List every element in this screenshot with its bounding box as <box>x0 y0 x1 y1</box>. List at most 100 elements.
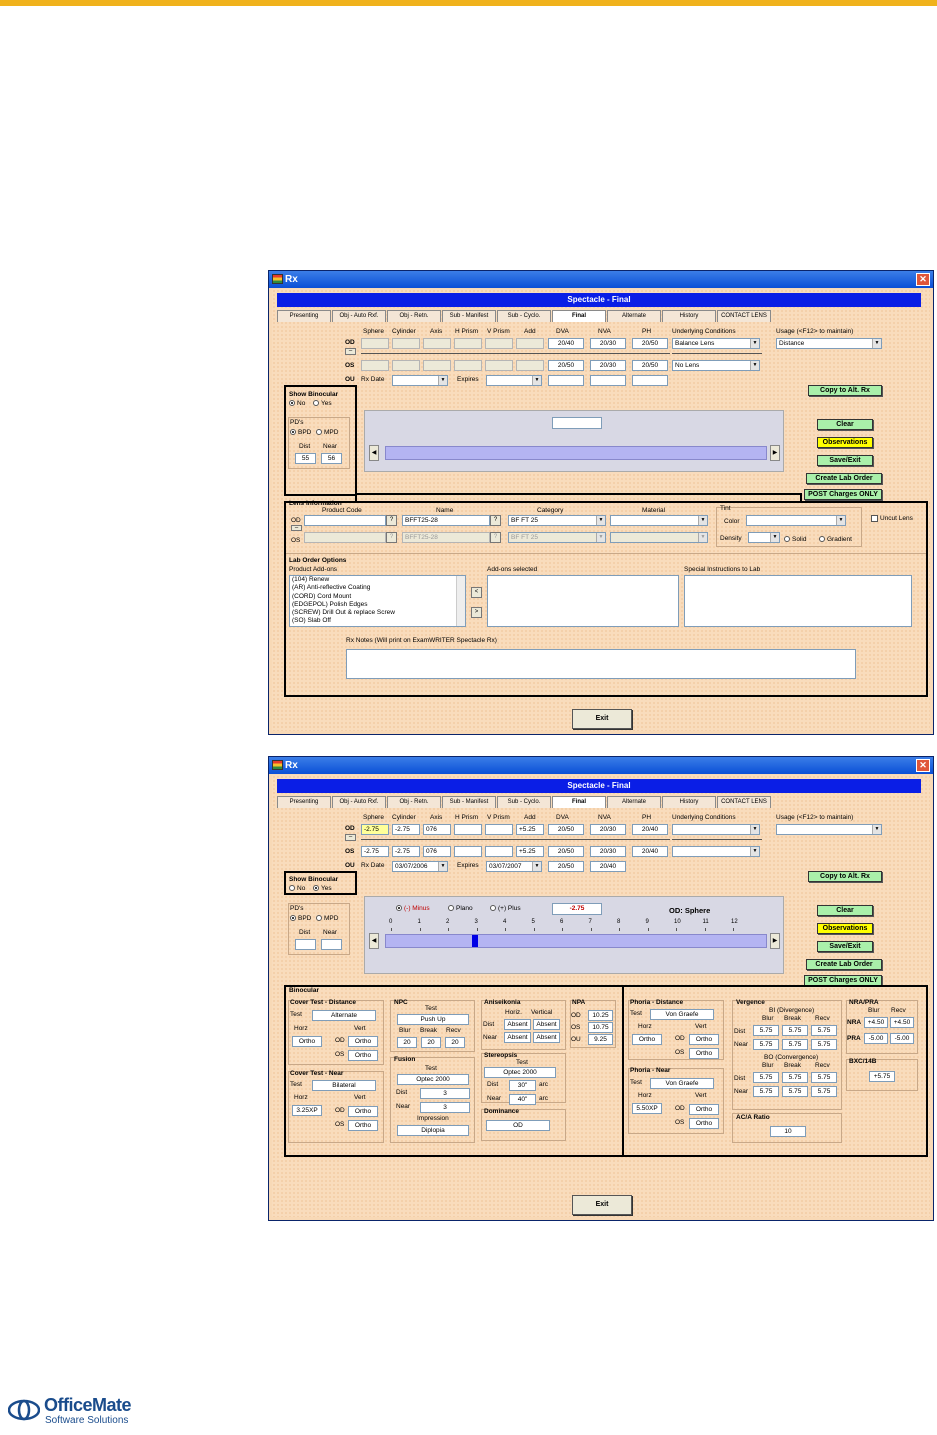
tab-obj-auto[interactable]: Obj - Auto Rxf. <box>332 796 386 808</box>
npc-blur-input[interactable]: 20 <box>397 1037 417 1048</box>
rx-date-select[interactable]: 03/07/2006 ▼ <box>392 861 448 872</box>
od-cylinder-input[interactable] <box>392 338 420 349</box>
ct-near-os-input[interactable]: Ortho <box>348 1120 378 1131</box>
mpd-radio[interactable]: MPD <box>316 915 338 922</box>
fusion-dist-input[interactable]: 3 <box>420 1088 470 1099</box>
show-binocular-no-radio[interactable]: No <box>289 400 305 407</box>
npa-od-input[interactable]: 10.25 <box>588 1010 613 1021</box>
ct-dist-horz-input[interactable]: Ortho <box>292 1036 322 1047</box>
expires-select[interactable]: 03/07/2007 ▼ <box>486 861 542 872</box>
od-nva-input[interactable]: 20/30 <box>590 824 626 835</box>
show-binocular-yes-radio[interactable]: Yes <box>313 400 332 407</box>
tab-history[interactable]: History <box>662 310 716 322</box>
remove-addon-button[interactable]: < <box>471 587 482 598</box>
pra-blur-input[interactable]: -5.00 <box>864 1033 888 1044</box>
od-minus-button[interactable]: – <box>345 348 356 355</box>
ct-dist-od-input[interactable]: Ortho <box>348 1036 378 1047</box>
aniseikonia-near-vert-input[interactable]: Absent <box>533 1032 560 1043</box>
ct-near-horz-input[interactable]: 3.25XP <box>292 1105 322 1116</box>
od-ph-input[interactable]: 20/50 <box>632 338 668 349</box>
slider-track[interactable] <box>385 934 767 948</box>
vergence-bo-dist-blur[interactable]: 5.75 <box>753 1072 779 1083</box>
expires-select[interactable]: ▼ <box>486 375 542 386</box>
list-item[interactable]: (EDGEPOL) Polish Edges <box>292 601 465 609</box>
od-vprism-input[interactable] <box>485 824 513 835</box>
tab-sub-manifest[interactable]: Sub - Manifest <box>442 796 496 808</box>
nra-blur-input[interactable]: +4.50 <box>864 1017 888 1028</box>
slider-right-button[interactable]: ▶ <box>770 445 780 461</box>
od-sphere-input[interactable]: -2.75 <box>361 824 389 835</box>
exit-button[interactable]: Exit <box>572 709 632 729</box>
os-axis-input[interactable] <box>423 360 451 371</box>
nra-recv-input[interactable]: +4.50 <box>890 1017 914 1028</box>
tab-obj-auto[interactable]: Obj - Auto Rxf. <box>332 310 386 322</box>
os-category-select[interactable]: BF FT 25 ▼ <box>508 532 606 543</box>
ou-dva-input[interactable]: 20/50 <box>548 861 584 872</box>
create-lab-order-button[interactable]: Create Lab Order <box>806 959 882 970</box>
pd-near-input[interactable] <box>321 939 342 950</box>
show-binocular-no-radio[interactable]: No <box>289 885 305 892</box>
list-scrollbar[interactable] <box>456 576 465 626</box>
os-cylinder-input[interactable] <box>392 360 420 371</box>
stereopsis-dist-input[interactable]: 30" <box>509 1080 536 1091</box>
product-addons-list[interactable]: (104) Renew (AR) Anti-reflective Coating… <box>289 575 466 627</box>
od-underlying-select[interactable]: Balance Lens ▼ <box>672 338 760 349</box>
ct-near-od-input[interactable]: Ortho <box>348 1106 378 1117</box>
phoria-dist-test-input[interactable]: Von Graefe <box>650 1009 714 1020</box>
phoria-near-os-input[interactable]: Ortho <box>689 1118 719 1129</box>
od-lens-name-input[interactable]: BFFT25-28 <box>402 515 490 526</box>
save-exit-button[interactable]: Save/Exit <box>817 455 873 466</box>
pd-near-input[interactable]: 56 <box>321 453 342 464</box>
tab-alternate[interactable]: Alternate <box>607 796 661 808</box>
od-hprism-input[interactable] <box>454 824 482 835</box>
tab-final[interactable]: Final <box>552 796 606 808</box>
pd-dist-input[interactable] <box>295 939 316 950</box>
od-hprism-input[interactable] <box>454 338 482 349</box>
od-vprism-input[interactable] <box>485 338 513 349</box>
tab-sub-cyclo[interactable]: Sub - Cyclo. <box>497 310 551 322</box>
od-axis-input[interactable]: 076 <box>423 824 451 835</box>
tab-obj-retn[interactable]: Obj - Retn. <box>387 310 441 322</box>
os-cylinder-input[interactable]: -2.75 <box>392 846 420 857</box>
observations-button[interactable]: Observations <box>817 437 873 448</box>
os-hprism-input[interactable] <box>454 846 482 857</box>
ou-ph-input[interactable] <box>632 375 668 386</box>
os-sphere-input[interactable] <box>361 360 389 371</box>
tab-presenting[interactable]: Presenting <box>277 796 331 808</box>
stereopsis-near-input[interactable]: 40" <box>509 1094 536 1105</box>
tab-obj-retn[interactable]: Obj - Retn. <box>387 796 441 808</box>
bpd-radio[interactable]: BPD <box>290 429 311 436</box>
show-binocular-yes-radio[interactable]: Yes <box>313 885 332 892</box>
add-addon-button[interactable]: > <box>471 607 482 618</box>
os-nva-input[interactable]: 20/30 <box>590 360 626 371</box>
tab-contact-lens[interactable]: CONTACT LENS <box>717 796 771 808</box>
od-product-code-input[interactable] <box>304 515 386 526</box>
clear-button[interactable]: Clear <box>817 905 873 916</box>
od-product-help-button[interactable]: ? <box>386 515 397 526</box>
npc-test-input[interactable]: Push Up <box>397 1014 469 1025</box>
usage-select[interactable]: ▼ <box>776 824 882 835</box>
os-product-code-input[interactable] <box>304 532 386 543</box>
npc-break-input[interactable]: 20 <box>421 1037 441 1048</box>
ct-dist-test-input[interactable]: Alternate <box>312 1010 376 1021</box>
bxc-input[interactable]: +5.75 <box>869 1071 895 1082</box>
od-underlying-select[interactable]: ▼ <box>672 824 760 835</box>
vergence-bi-dist-recv[interactable]: 5.75 <box>811 1025 837 1036</box>
list-item[interactable]: (CORD) Cord Mount <box>292 593 465 601</box>
tint-gradient-radio[interactable]: Gradient <box>819 536 852 543</box>
os-ph-input[interactable]: 20/50 <box>632 360 668 371</box>
os-material-select[interactable]: ▼ <box>610 532 708 543</box>
copy-to-alt-rx-button[interactable]: Copy to Alt. Rx <box>808 385 882 396</box>
addons-selected-list[interactable] <box>487 575 679 627</box>
tint-solid-radio[interactable]: Solid <box>784 536 806 543</box>
slider-track[interactable] <box>385 446 767 460</box>
fusion-impression-input[interactable]: Diplopia <box>397 1125 469 1136</box>
phoria-near-horz-input[interactable]: 5.50XP <box>632 1103 662 1114</box>
od-axis-input[interactable] <box>423 338 451 349</box>
phoria-dist-horz-input[interactable]: Ortho <box>632 1034 662 1045</box>
tab-contact-lens[interactable]: CONTACT LENS <box>717 310 771 322</box>
observations-button[interactable]: Observations <box>817 923 873 934</box>
vergence-bi-near-blur[interactable]: 5.75 <box>753 1039 779 1050</box>
tab-alternate[interactable]: Alternate <box>607 310 661 322</box>
plano-radio[interactable]: Plano <box>448 905 473 912</box>
